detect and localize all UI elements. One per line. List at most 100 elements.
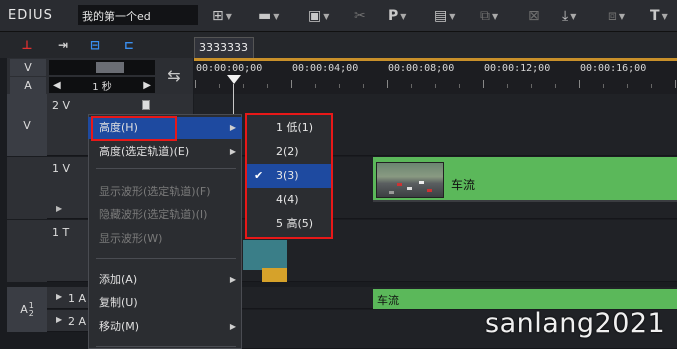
snap-button[interactable]: ⊏: [118, 36, 140, 54]
playhead-icon[interactable]: [227, 75, 241, 84]
title-icon: T: [650, 8, 660, 24]
replace-button[interactable]: ⧉ ▼: [480, 6, 498, 26]
menu-item-label: 高度(选定轨道)(E): [99, 145, 190, 158]
project-name-field[interactable]: 我的第一个ed: [78, 5, 198, 25]
ruler-timecode: 00:00:12;00: [484, 63, 551, 74]
scissors-icon: ✂: [354, 8, 366, 24]
watermark-text: sanlang2021: [485, 308, 666, 339]
sequence-icon: ⊞: [212, 8, 224, 24]
track-name-1v: 1 V: [52, 162, 71, 175]
menu-item-hide-waveform-selected[interactable]: 隐藏波形(选定轨道)(I): [88, 204, 242, 226]
ruler-minor-tick: [603, 84, 604, 88]
ruler-tick: [195, 80, 196, 88]
caret-right-icon[interactable]: ▶: [143, 80, 151, 91]
ruler-minor-tick: [435, 84, 436, 88]
track-lock-icon[interactable]: [142, 100, 150, 110]
tab-sequence[interactable]: 3333333: [194, 37, 254, 58]
ruler-minor-tick: [411, 84, 412, 88]
expand-arrow-icon[interactable]: ▶: [56, 315, 62, 324]
submenu-arrow-icon: ▶: [229, 123, 236, 132]
title-button[interactable]: T ▼: [650, 6, 668, 26]
menu-item-label: 添加(A): [99, 273, 138, 286]
ruler-minor-tick: [459, 84, 460, 88]
folder-icon: ▬: [258, 8, 272, 24]
save-icon: ▣: [308, 8, 322, 24]
app-logo: EDIUS: [8, 8, 53, 23]
save-project-button[interactable]: ▣ ▼: [308, 6, 329, 26]
ruler-minor-tick: [651, 84, 652, 88]
ruler-minor-tick: [531, 84, 532, 88]
submenu-arrow-icon: ▶: [229, 322, 236, 331]
clip-divider: [373, 200, 677, 202]
sync-icon[interactable]: ⇆: [160, 64, 188, 88]
download-button[interactable]: ⤓ ▼: [562, 6, 576, 26]
ruler-minor-tick: [315, 84, 316, 88]
track-name-2v: 2 V: [52, 99, 71, 112]
menu-item-add[interactable]: 添加(A) ▶: [88, 269, 242, 291]
audio-group-letter: A: [20, 303, 28, 316]
ripple-icon: ⇥: [57, 38, 69, 52]
menu-separator: [96, 258, 236, 259]
audio-clip-label: 车流: [377, 294, 399, 307]
menu-item-height-selected-tracks[interactable]: 高度(选定轨道)(E) ▶: [88, 141, 242, 163]
clipboard-button[interactable]: ▤ ▼: [434, 6, 455, 26]
delete-button[interactable]: ⊠: [528, 6, 540, 26]
audio-patch-label: A: [10, 77, 46, 94]
open-project-button[interactable]: ▬ ▼: [258, 6, 279, 26]
cut-button[interactable]: ✂: [354, 6, 366, 26]
ruler-minor-tick: [627, 84, 628, 88]
zoom-slider-thumb[interactable]: [96, 62, 124, 73]
ruler-tick: [483, 80, 484, 88]
menu-item-move[interactable]: 移动(M) ▶: [88, 316, 242, 338]
insert-icon: ⊥: [21, 38, 33, 52]
track-side-1t: [7, 220, 47, 282]
menu-item-show-waveform-selected[interactable]: 显示波形(选定轨道)(F): [88, 181, 242, 203]
link-button[interactable]: ⊟: [84, 36, 106, 54]
video-clip-thumbnail: [376, 162, 444, 198]
effect-button[interactable]: ⧈ ▼: [608, 6, 625, 26]
submenu-arrow-icon: ▶: [229, 147, 236, 156]
ruler-tick: [387, 80, 388, 88]
track-side-1v: [7, 157, 47, 219]
track-name-1t: 1 T: [52, 226, 70, 239]
video-patch-label: V: [10, 59, 46, 76]
sequence-menu-button[interactable]: ⊞ ▼: [212, 6, 232, 26]
ruler-minor-tick: [363, 84, 364, 88]
timescale-selector[interactable]: ◀ 1 秒 ▶: [49, 77, 155, 93]
clipboard-icon: ▤: [434, 8, 448, 24]
snap-icon: ⊏: [123, 38, 135, 52]
ruler-tick: [291, 80, 292, 88]
ruler-minor-tick: [219, 84, 220, 88]
delete-icon: ⊠: [528, 8, 540, 24]
menu-item-duplicate[interactable]: 复制(U): [88, 292, 242, 314]
download-icon: ⤓: [562, 8, 569, 24]
ruler-minor-tick: [507, 84, 508, 88]
expand-arrow-icon[interactable]: ▶: [56, 204, 62, 213]
menu-item-show-waveform[interactable]: 显示波形(W): [88, 228, 242, 250]
audio-group-label: A 1 2: [7, 287, 47, 332]
insert-mode-button[interactable]: ⊥: [16, 36, 38, 54]
audio-group-num-2: 2: [28, 308, 34, 318]
track-name-2a: 2 A: [68, 315, 87, 328]
ruler-minor-tick: [339, 84, 340, 88]
effect-icon: ⧈: [608, 8, 617, 24]
ruler-timecode: 00:00:16;00: [580, 63, 647, 74]
ruler-timecode: 00:00:08;00: [388, 63, 455, 74]
video-clip-label: 车流: [451, 178, 476, 192]
video-group-label: V: [7, 94, 47, 156]
title-clip-marker: [262, 268, 287, 282]
ruler-tick: [675, 80, 676, 88]
submenu-arrow-icon: ▶: [229, 275, 236, 284]
ruler-timecode: 00:00:00;00: [196, 63, 263, 74]
ruler-timecode: 00:00:04;00: [292, 63, 359, 74]
paste-button[interactable]: P ▼: [388, 6, 406, 26]
ruler-tick: [579, 80, 580, 88]
caret-left-icon[interactable]: ◀: [53, 80, 61, 91]
audio-clip[interactable]: [373, 289, 677, 309]
menu-separator: [96, 346, 236, 347]
expand-arrow-icon[interactable]: ▶: [56, 292, 62, 301]
ripple-button[interactable]: ⇥: [52, 36, 74, 54]
menu-item-label: 移动(M): [99, 320, 140, 333]
link-icon: ⊟: [89, 38, 101, 52]
title-clip[interactable]: [243, 240, 287, 270]
